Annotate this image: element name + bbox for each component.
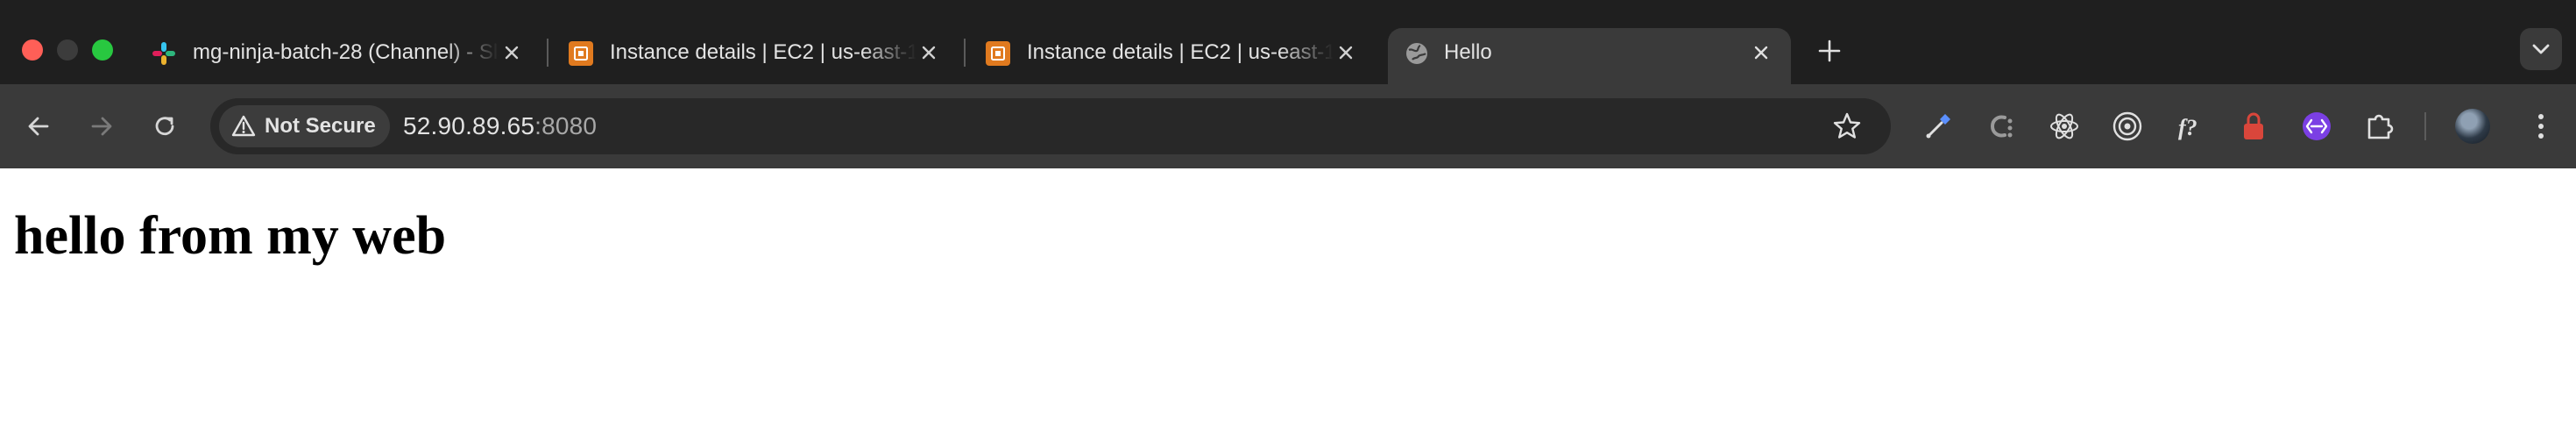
tab-slack[interactable]: mg-ninja-batch-28 (Channel) - Slack	[151, 28, 536, 77]
close-tab-icon[interactable]	[501, 42, 522, 63]
globe-icon	[1406, 43, 1427, 64]
tab-hello-active[interactable]: Hello	[1388, 28, 1791, 84]
tab-title: Instance details | EC2 | us-east-1	[610, 40, 916, 64]
security-chip[interactable]: Not Secure	[219, 105, 390, 147]
svg-text:f?: f?	[2178, 115, 2197, 140]
browser-chrome: mg-ninja-batch-28 (Channel) - Slack Inst…	[0, 0, 2576, 168]
puzzle-icon[interactable]	[2362, 109, 2397, 144]
slack-icon	[152, 42, 175, 65]
tab-ec2-instance-2[interactable]: Instance details | EC2 | us-east-1	[985, 28, 1370, 77]
window-maximize-button[interactable]	[92, 39, 113, 61]
eyedropper-icon[interactable]	[1921, 109, 1956, 144]
lock-extension-icon[interactable]	[2236, 109, 2271, 144]
back-arrow-icon[interactable]	[21, 109, 56, 144]
address-bar[interactable]: Not Secure 52.90.89.65:8080	[210, 98, 1891, 154]
bookmark-star-icon[interactable]	[1831, 111, 1863, 142]
tab-title: Instance details | EC2 | us-east-1	[1027, 40, 1334, 64]
kebab-menu-icon[interactable]	[2523, 109, 2558, 144]
chevron-down-icon	[2532, 44, 2550, 54]
profile-avatar[interactable]	[2455, 109, 2490, 144]
page-content: hello from my web	[0, 168, 2576, 428]
close-tab-icon[interactable]	[918, 42, 939, 63]
purple-bracket-icon[interactable]	[2299, 109, 2334, 144]
close-tab-icon[interactable]	[1751, 42, 1772, 63]
cookie-c-icon[interactable]	[1984, 109, 2019, 144]
function-f-icon[interactable]: f?	[2173, 109, 2208, 144]
window-minimize-button[interactable]	[57, 39, 78, 61]
toolbar-divider	[2424, 112, 2426, 140]
window-close-button[interactable]	[22, 39, 43, 61]
tab-search-button[interactable]	[2520, 28, 2562, 70]
close-tab-icon[interactable]	[1335, 42, 1356, 63]
aws-ec2-icon	[986, 41, 1010, 66]
tab-title: mg-ninja-batch-28 (Channel) - Slack	[193, 40, 499, 64]
url-text[interactable]: 52.90.89.65:8080	[403, 112, 597, 140]
aws-ec2-icon	[569, 41, 593, 66]
tab-separator	[547, 39, 548, 67]
security-label: Not Secure	[265, 114, 376, 138]
react-icon[interactable]	[2047, 109, 2082, 144]
warning-triangle-icon	[231, 115, 256, 137]
target-icon[interactable]	[2110, 109, 2145, 144]
reload-icon[interactable]	[147, 109, 182, 144]
page-heading: hello from my web	[14, 206, 447, 266]
forward-arrow-icon[interactable]	[84, 109, 119, 144]
tab-title: Hello	[1444, 40, 1492, 64]
url-host: 52.90.89.65	[403, 112, 535, 139]
new-tab-plus-icon[interactable]	[1814, 35, 1845, 67]
url-port: :8080	[534, 112, 598, 139]
tab-strip: mg-ninja-batch-28 (Channel) - Slack Inst…	[0, 0, 2576, 84]
tab-separator	[964, 39, 966, 67]
tab-ec2-instance-1[interactable]: Instance details | EC2 | us-east-1	[568, 28, 953, 77]
